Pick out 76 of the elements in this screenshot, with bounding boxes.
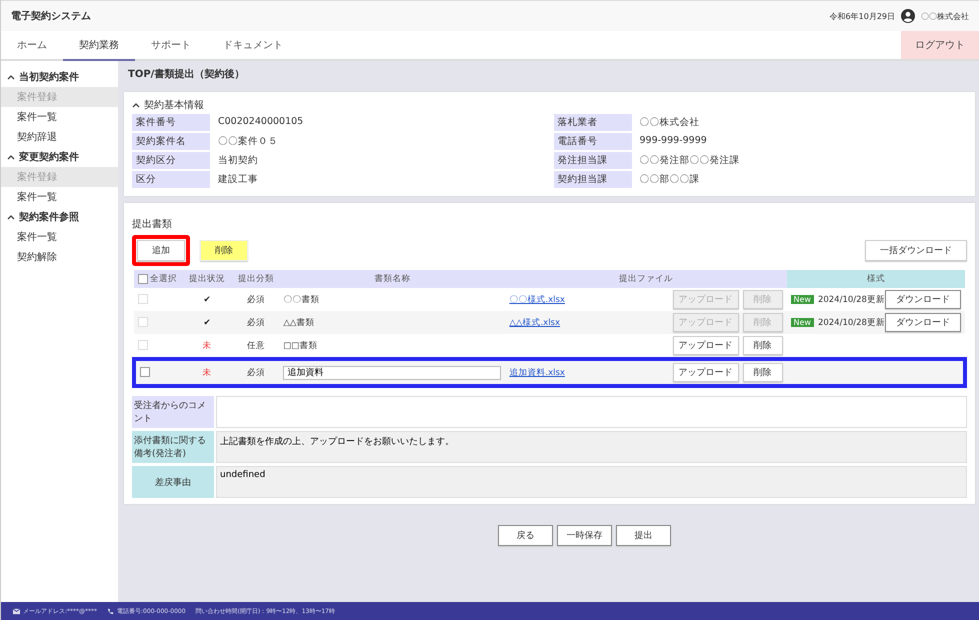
status-text: ✔	[204, 318, 211, 328]
status-text: ✔	[204, 294, 211, 304]
date-text: 令和6年10月29日	[830, 10, 895, 22]
field-value: 〇〇案件０５	[217, 135, 279, 149]
sidebar-group[interactable]: 変更契約案件	[1, 147, 118, 167]
section-title: 契約基本情報	[144, 98, 204, 112]
status-text: 未	[202, 368, 212, 378]
field-label: 区分	[132, 171, 210, 188]
field-value: 建設工事	[217, 173, 259, 187]
remark-label: 添付書類に関する備考(発注者)	[132, 431, 214, 463]
sidebar-item[interactable]: 契約辞退	[1, 127, 118, 147]
status-text: 未	[202, 340, 212, 350]
add-button[interactable]: 追加	[137, 240, 185, 261]
updated-date: 2024/10/28更新	[818, 294, 885, 306]
column-header: 全選択	[150, 273, 177, 285]
category-text: 必須	[246, 318, 265, 328]
column-header: 様式	[786, 270, 965, 288]
sidebar-item[interactable]: 案件一覧	[1, 227, 118, 247]
field-value: 当初契約	[217, 154, 259, 168]
field-value: C0020240000105	[217, 115, 304, 129]
field-label: 契約案件名	[132, 133, 210, 150]
field-label: 契約担当課	[554, 171, 632, 188]
page-title: TOP/書類提出（契約後）	[127, 68, 246, 82]
submit-button[interactable]: 提出	[616, 525, 671, 546]
category-text: 必須	[246, 294, 265, 304]
new-badge: New	[790, 318, 814, 327]
section-title: 提出書類	[132, 218, 173, 231]
phone-icon	[107, 608, 114, 614]
logout-button[interactable]: ログアウト	[901, 31, 979, 59]
name-input[interactable]: 追加資料	[283, 366, 502, 380]
sidebar-group[interactable]: 契約案件参照	[1, 207, 118, 227]
document-name: □□書類	[283, 340, 318, 350]
mail-icon	[13, 608, 20, 614]
app-title: 電子契約システム	[11, 10, 91, 23]
checkbox[interactable]	[138, 274, 148, 284]
category-text: 任意	[246, 340, 265, 350]
new-badge: New	[790, 295, 814, 304]
back-button[interactable]: 戻る	[498, 525, 553, 546]
sidebar-item[interactable]: 案件一覧	[1, 187, 118, 207]
sidebar-item[interactable]: 案件一覧	[1, 107, 118, 127]
file-link[interactable]: 追加資料.xlsx	[509, 366, 565, 378]
field-value: 〇〇発注部〇〇発注課	[638, 154, 740, 168]
column-header: 提出状況	[182, 270, 232, 288]
field-label: 電話番号	[554, 133, 632, 150]
delete-button[interactable]: 削除	[742, 363, 782, 382]
save-button[interactable]: 一時保存	[557, 525, 612, 546]
column-header: 提出ファイル	[505, 270, 786, 288]
checkbox[interactable]	[140, 367, 150, 378]
field-label: 発注担当課	[554, 152, 632, 169]
updated-date: 2024/10/28更新	[818, 316, 885, 328]
nav-tab[interactable]: ドキュメント	[207, 31, 299, 61]
sidebar-group[interactable]: 当初契約案件	[1, 67, 118, 87]
document-name: △△書類	[283, 318, 314, 328]
remark-field[interactable]	[216, 396, 967, 428]
nav-tab[interactable]: サポート	[135, 31, 207, 61]
remark-label: 受注者からのコメント	[132, 396, 214, 428]
user-name: 〇〇株式会社	[921, 10, 969, 22]
document-name: 〇〇書類	[283, 294, 320, 304]
sidebar-item[interactable]: 契約解除	[1, 247, 118, 267]
field-label: 落札業者	[554, 114, 632, 131]
user-icon	[901, 9, 915, 23]
field-label: 案件番号	[132, 114, 210, 131]
upload-button[interactable]: アップロード	[672, 363, 738, 382]
field-value: 〇〇部〇〇課	[638, 173, 700, 187]
remark-field[interactable]: undefined	[216, 466, 967, 498]
category-text: 必須	[246, 368, 265, 378]
field-value: 〇〇株式会社	[638, 116, 700, 130]
nav-tab[interactable]: ホーム	[1, 31, 63, 61]
field-value: 999-999-9999	[638, 134, 708, 148]
bulk-download-button[interactable]: 一括ダウンロード	[865, 240, 967, 261]
column-header: 書類名称	[279, 270, 506, 288]
remark-field[interactable]: 上記書類を作成の上、アップロードをお願いいたします。	[216, 431, 967, 463]
remark-label: 差戻事由	[132, 466, 214, 498]
field-label: 契約区分	[132, 152, 210, 169]
column-header: 提出分類	[232, 270, 280, 288]
delete-button[interactable]: 削除	[200, 240, 248, 261]
